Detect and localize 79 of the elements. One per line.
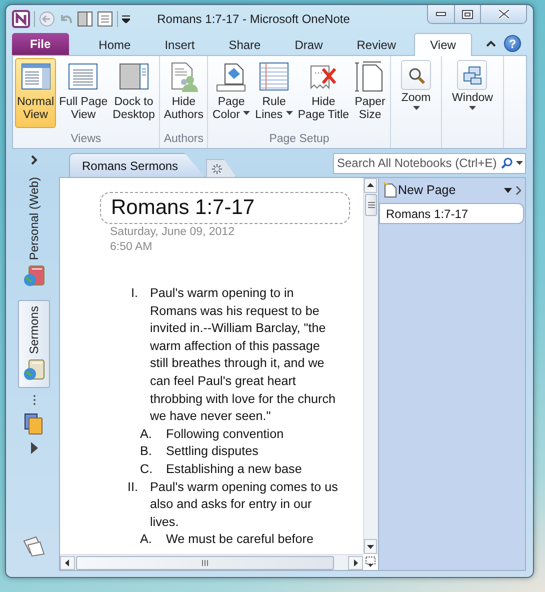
ribbon-button[interactable]: Normal View bbox=[15, 58, 56, 128]
file-tab[interactable]: File bbox=[12, 33, 69, 55]
ribbon-button[interactable]: Rule Lines bbox=[253, 58, 295, 128]
group-label: Authors bbox=[162, 133, 204, 147]
close-icon bbox=[498, 9, 510, 19]
page-time: 6:50 AM bbox=[110, 240, 152, 255]
full-page-icon[interactable] bbox=[97, 10, 113, 26]
customize-icon[interactable] bbox=[122, 14, 130, 22]
ribbon-tab[interactable]: View bbox=[414, 33, 472, 56]
minimize-button[interactable] bbox=[428, 5, 454, 23]
outline-marker: A. bbox=[140, 531, 153, 548]
outline-text: Establishing a new base bbox=[166, 460, 303, 478]
group-label: Views bbox=[70, 133, 102, 147]
ribbon-tab[interactable]: Share bbox=[212, 33, 277, 55]
expand-arrow-icon[interactable] bbox=[30, 442, 38, 454]
ribbon-button[interactable]: Zoom bbox=[395, 56, 438, 114]
collapse-ribbon-icon[interactable] bbox=[486, 40, 496, 47]
close-button[interactable] bbox=[480, 5, 526, 23]
sparkle-icon bbox=[212, 164, 222, 174]
outline-marker: II. bbox=[126, 478, 139, 496]
page-tab[interactable]: Romans 1:7-17 bbox=[379, 203, 524, 224]
outline-text: Following convention bbox=[166, 426, 285, 443]
group-label: Page Setup bbox=[268, 133, 330, 147]
outline-text: Paul's warm opening comes to us also and asks for entry in our lives. bbox=[150, 478, 339, 531]
search-field[interactable]: Search All Notebooks (Ctrl+E) bbox=[333, 152, 526, 174]
windows-icon bbox=[462, 66, 482, 84]
dropdown-caret-icon[interactable] bbox=[504, 188, 512, 192]
ribbon-tab[interactable]: Home bbox=[82, 33, 147, 55]
dock-icon[interactable] bbox=[77, 10, 93, 26]
ribbon-button[interactable]: Hide Authors bbox=[162, 58, 206, 128]
minimize-icon bbox=[436, 12, 446, 16]
ribbon-tab[interactable]: Draw bbox=[278, 33, 339, 55]
window-title: Romans 1:7-17 - Microsoft OneNote bbox=[156, 12, 351, 26]
maximize-icon bbox=[462, 10, 473, 18]
notebook-globe-icon bbox=[22, 264, 46, 288]
scrollbar-thumb[interactable] bbox=[76, 556, 334, 570]
ribbon-tab[interactable]: Review bbox=[340, 33, 412, 55]
scroll-right-icon[interactable] bbox=[348, 556, 363, 570]
more-icon bbox=[32, 394, 36, 406]
ribbon-button[interactable]: Full Page View bbox=[57, 58, 110, 128]
section-tab[interactable]: Romans Sermons bbox=[69, 153, 206, 177]
notebook-tab[interactable]: Personal (Web) bbox=[18, 171, 50, 294]
scroll-left-icon[interactable] bbox=[60, 556, 75, 570]
zoom-icon bbox=[406, 66, 426, 84]
chevron-icon[interactable] bbox=[516, 186, 521, 194]
horizontal-scrollbar[interactable] bbox=[60, 554, 363, 570]
dropdown-caret-icon bbox=[516, 161, 523, 165]
ribbon-button[interactable]: Dock to Desktop bbox=[110, 58, 157, 128]
vertical-scrollbar[interactable] bbox=[363, 178, 378, 554]
scroll-up-icon[interactable] bbox=[364, 178, 377, 193]
search-icon bbox=[501, 157, 513, 169]
ribbon-button[interactable]: Paper Size bbox=[352, 58, 388, 128]
outline-text: We must be careful before bbox=[166, 531, 314, 548]
outline-marker: B. bbox=[140, 443, 153, 460]
ribbon-button[interactable]: Page Color bbox=[210, 58, 252, 128]
grip-icon bbox=[202, 560, 208, 566]
outline-text: Settling disputes bbox=[166, 443, 260, 460]
new-page-icon bbox=[383, 182, 397, 198]
new-section-tab[interactable] bbox=[206, 159, 236, 177]
grip-icon bbox=[368, 202, 374, 208]
new-page-button[interactable]: New Page bbox=[383, 182, 500, 198]
lined-page-icon bbox=[258, 61, 290, 93]
ribbon-button[interactable]: Window bbox=[446, 56, 499, 114]
page-date: Saturday, June 09, 2012 bbox=[110, 225, 234, 240]
outline-marker: A. bbox=[140, 426, 153, 443]
scroll-down-icon[interactable] bbox=[364, 539, 377, 554]
ribbon-tab[interactable]: Insert bbox=[148, 33, 211, 55]
scrollbar-thumb[interactable] bbox=[365, 194, 377, 216]
notebooks-icon[interactable] bbox=[23, 412, 45, 436]
outline-marker: I. bbox=[130, 285, 139, 302]
outline-marker: C. bbox=[140, 460, 154, 478]
onenote-logo-icon[interactable] bbox=[12, 10, 30, 28]
page-title-box[interactable]: Romans 1:7-17 bbox=[100, 192, 350, 224]
expand-icon[interactable] bbox=[30, 155, 38, 165]
maximize-button[interactable] bbox=[454, 5, 480, 23]
outline-text: Paul's warm opening to in Romans was his request to be invited in.--William Barclay, "the warm affection of this passage still breathes through it, and we can feel Paul's great heart throbbing with love for the church we have never seen." bbox=[150, 285, 337, 426]
notebook-tab[interactable]: Sermons bbox=[18, 300, 50, 388]
ribbon-button[interactable]: Hide Page Title bbox=[296, 58, 352, 128]
notebook-globe-icon bbox=[22, 358, 46, 382]
